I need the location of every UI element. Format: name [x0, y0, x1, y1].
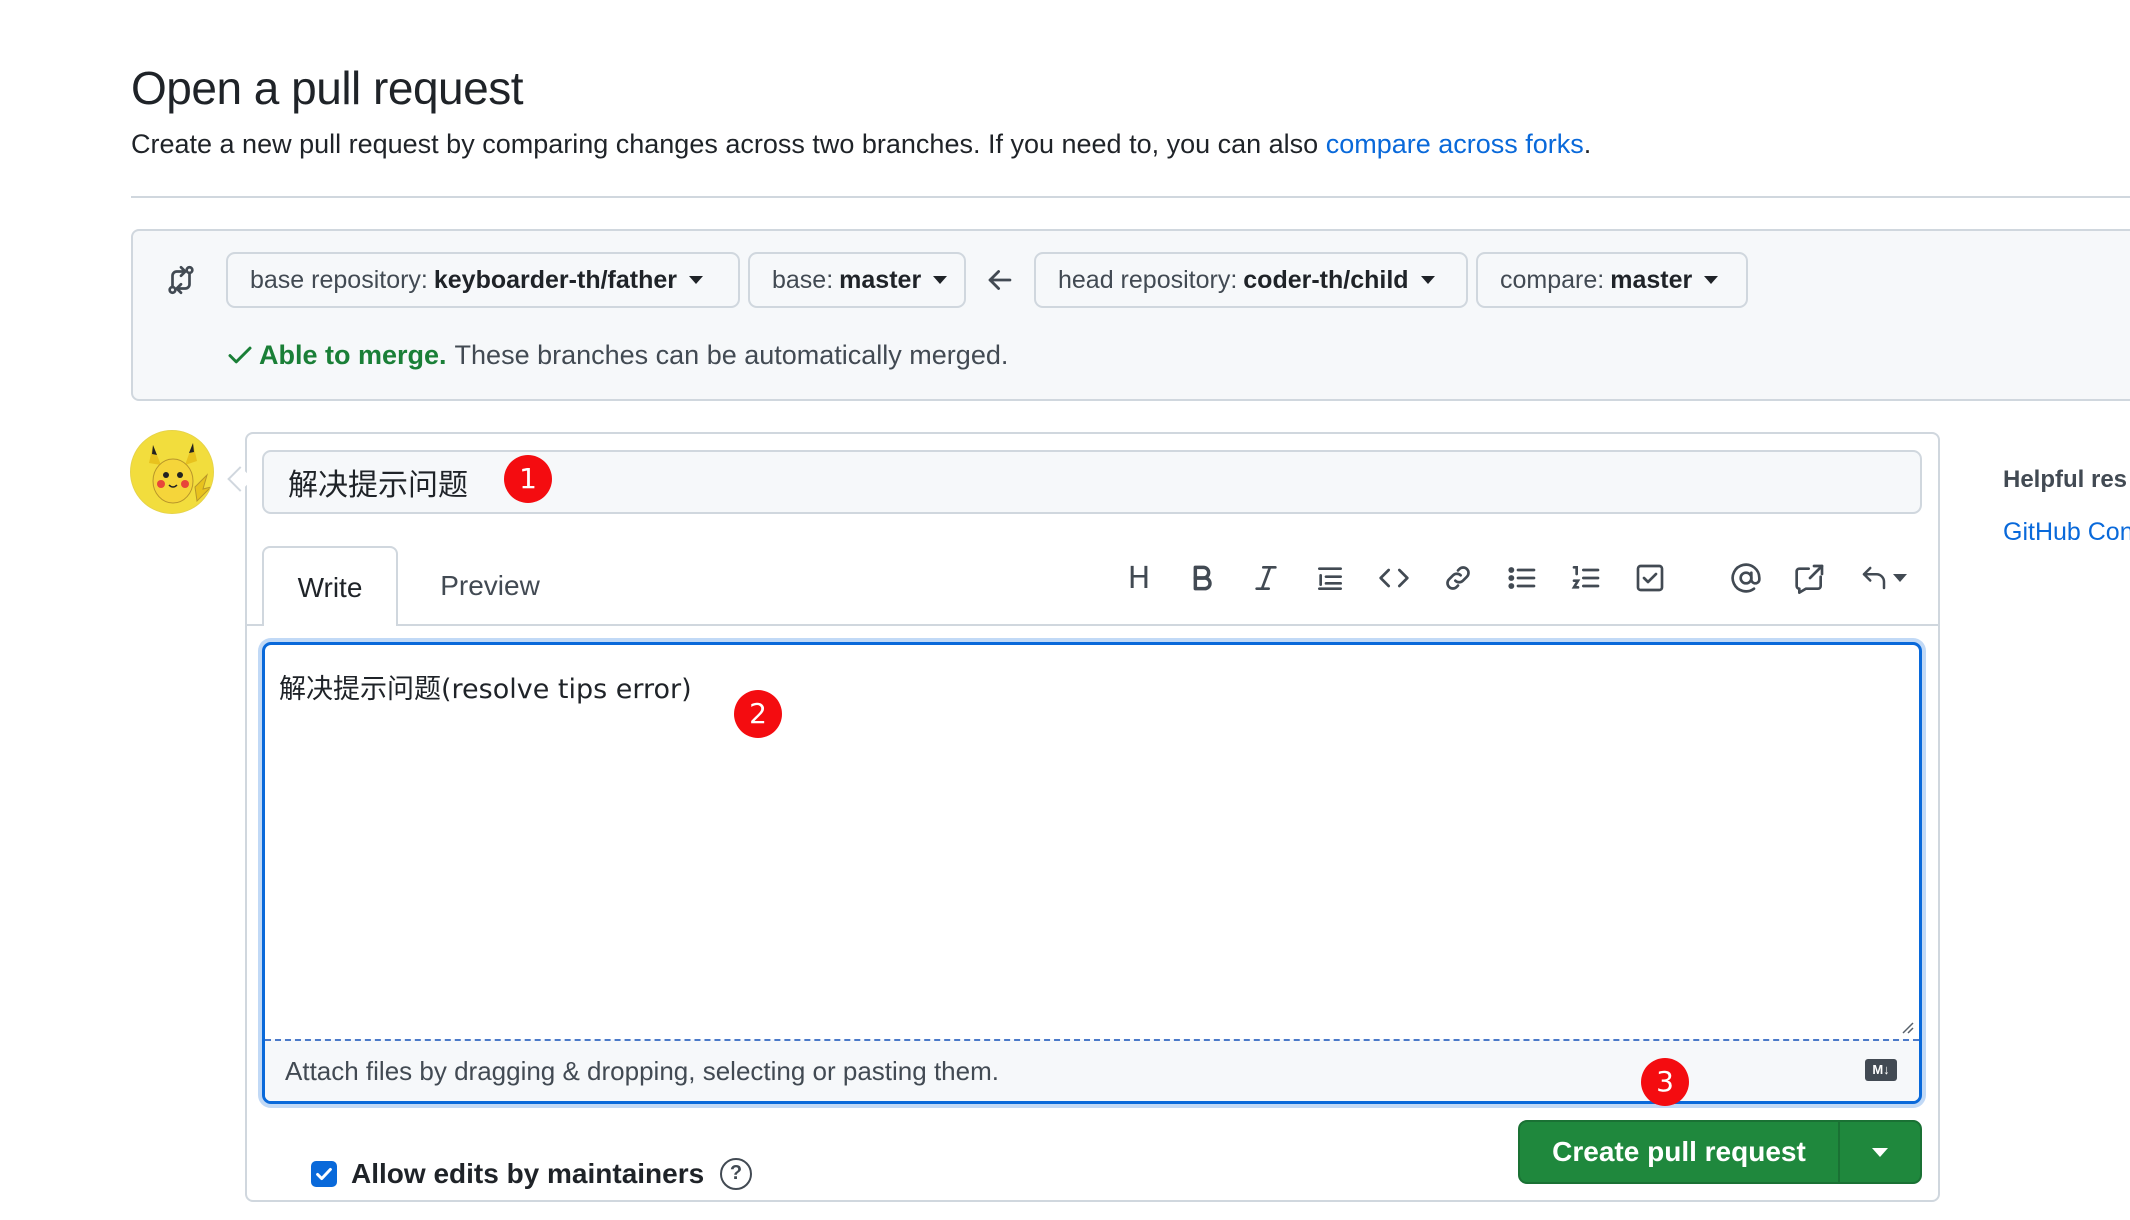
pr-body-textarea[interactable]: 解决提示问题(resolve tips error) — [265, 645, 1919, 1045]
task-list-icon[interactable] — [1630, 558, 1670, 598]
allow-edits-checkbox[interactable] — [311, 1161, 337, 1187]
base-repository-select[interactable]: base repository: keyboarder-th/father — [226, 252, 740, 308]
head-repository-value: coder-th/child — [1243, 266, 1409, 294]
tab-preview[interactable]: Preview — [420, 546, 560, 626]
chevron-down-icon — [689, 276, 703, 284]
bold-icon[interactable] — [1182, 558, 1222, 598]
allow-edits-label[interactable]: Allow edits by maintainers — [351, 1154, 704, 1194]
chevron-down-icon — [1704, 276, 1719, 284]
create-pull-request-button[interactable]: Create pull request — [1520, 1122, 1838, 1182]
mention-icon[interactable] — [1726, 558, 1766, 598]
markdown-icon[interactable]: M↓ — [1865, 1059, 1897, 1081]
head-repository-select[interactable]: head repository: coder-th/child — [1034, 252, 1468, 308]
code-icon[interactable] — [1374, 558, 1414, 598]
page-title: Open a pull request — [131, 62, 524, 114]
annotation-badge-2: 2 — [734, 690, 782, 738]
git-compare-icon — [164, 263, 198, 297]
chevron-down-icon — [933, 276, 948, 284]
page-subtitle: Create a new pull request by comparing c… — [131, 124, 1591, 164]
arrow-left-icon — [983, 263, 1017, 297]
compare-branch-value: master — [1610, 266, 1693, 294]
annotation-badge-3: 3 — [1641, 1058, 1689, 1106]
base-branch-label: base: — [772, 266, 834, 294]
sidebar-link[interactable]: GitHub Con — [2003, 518, 2130, 547]
compare-across-forks-link[interactable]: compare across forks — [1326, 129, 1584, 159]
chevron-down-icon — [1893, 574, 1907, 582]
unordered-list-icon[interactable] — [1502, 558, 1542, 598]
heading-icon[interactable]: H — [1119, 558, 1159, 598]
base-repository-label: base repository: — [250, 266, 428, 294]
head-repository-label: head repository: — [1058, 266, 1238, 294]
undo-icon[interactable] — [1854, 558, 1912, 598]
header-divider — [131, 196, 2130, 198]
quote-icon[interactable] — [1310, 558, 1350, 598]
sidebar-title: Helpful res — [2003, 466, 2128, 493]
check-icon — [316, 1167, 332, 1181]
resize-handle[interactable] — [1899, 1019, 1915, 1035]
check-icon — [228, 346, 252, 364]
italic-icon[interactable] — [1246, 558, 1286, 598]
merge-status-text: These branches can be automatically merg… — [454, 340, 1009, 370]
base-repository-value: keyboarder-th/father — [433, 266, 677, 294]
question-icon[interactable]: ? — [720, 1158, 752, 1190]
merge-status: Able to merge. — [259, 340, 447, 370]
compare-branch-select[interactable]: compare: master — [1476, 252, 1748, 308]
merge-status-row: Able to merge. These branches can be aut… — [225, 335, 1008, 375]
chevron-down-icon — [1420, 276, 1435, 284]
base-branch-select[interactable]: base: master — [748, 252, 966, 308]
ordered-list-icon[interactable] — [1566, 558, 1606, 598]
base-branch-value: master — [839, 266, 922, 294]
pr-body-editor: 解决提示问题(resolve tips error) Attach files … — [262, 642, 1922, 1104]
create-options-dropdown[interactable] — [1838, 1122, 1920, 1182]
create-pull-request-button-group: Create pull request — [1518, 1120, 1922, 1184]
compare-branch-label: compare: — [1500, 266, 1605, 294]
avatar[interactable] — [130, 430, 214, 514]
link-icon[interactable] — [1438, 558, 1478, 598]
annotation-badge-1: 1 — [504, 455, 552, 503]
page-subtitle-end: . — [1583, 129, 1592, 159]
cross-reference-icon[interactable] — [1790, 558, 1830, 598]
chevron-down-icon — [1872, 1147, 1888, 1157]
tab-write[interactable]: Write — [262, 546, 398, 626]
page-subtitle-text: Create a new pull request by comparing c… — [131, 129, 1326, 159]
